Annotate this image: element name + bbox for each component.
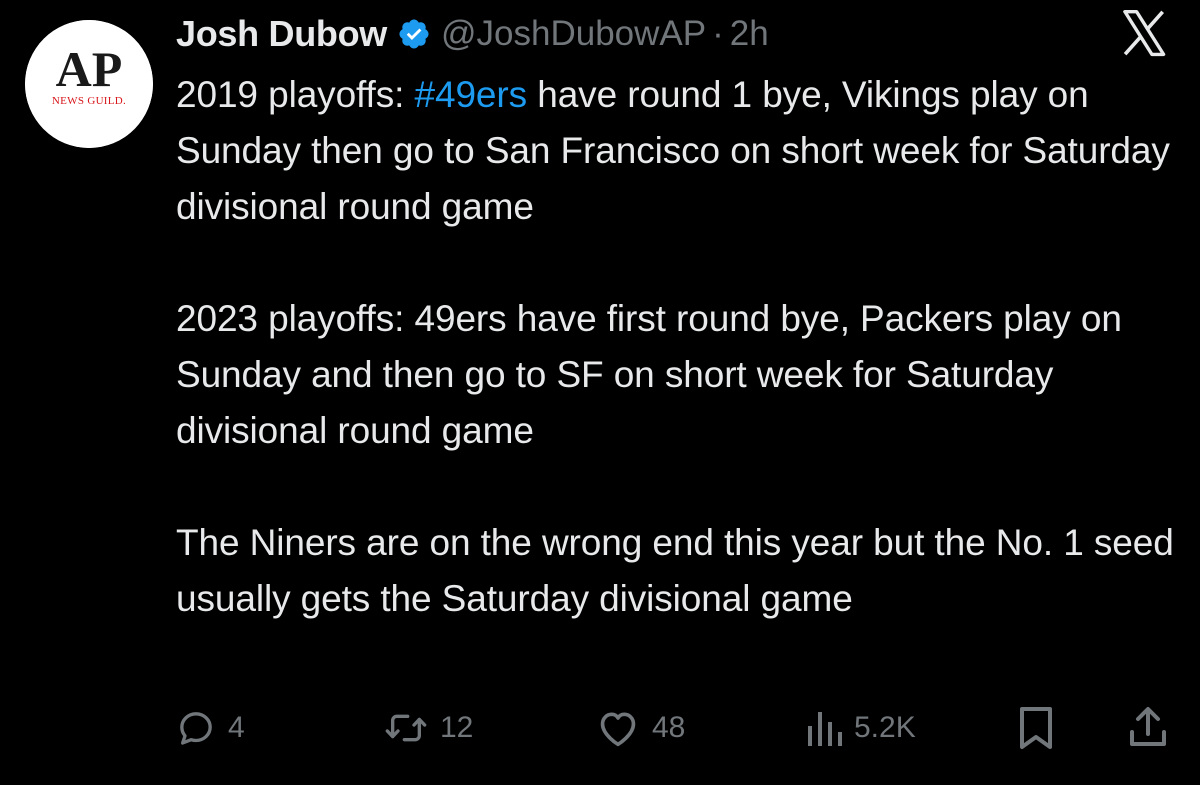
view-count: 5.2K — [854, 711, 916, 744]
x-logo-icon[interactable] — [1117, 6, 1171, 60]
ap-news-guild-logo: AP NEWS GUILD. — [25, 20, 153, 148]
hashtag-link[interactable]: #49ers — [415, 74, 528, 115]
retweet-button[interactable]: 12 — [384, 700, 473, 756]
tweet-paragraph-1: 2019 playoffs: #49ers have round 1 bye, … — [176, 67, 1186, 235]
retweet-count: 12 — [440, 711, 474, 744]
bookmark-icon — [1020, 707, 1052, 749]
like-count: 48 — [652, 711, 686, 744]
author-handle[interactable]: @JoshDubowAP — [441, 14, 706, 54]
share-icon — [1130, 707, 1166, 746]
avatar-logo-text: AP — [56, 41, 123, 97]
reply-button[interactable]: 4 — [176, 700, 245, 756]
views-icon — [808, 712, 842, 746]
reply-count: 4 — [228, 711, 245, 744]
tweet-header: Josh Dubow @JoshDubowAP · 2h — [176, 8, 769, 60]
tweet-paragraph-3: The Niners are on the wrong end this yea… — [176, 522, 1174, 619]
header-separator: · — [712, 14, 724, 53]
tweet-action-bar: 4 12 48 5.2K — [176, 700, 1176, 756]
author-display-name[interactable]: Josh Dubow — [176, 13, 387, 55]
retweet-icon — [385, 714, 427, 742]
share-button[interactable] — [1128, 700, 1168, 756]
bookmark-button[interactable] — [1018, 700, 1054, 756]
tweet-paragraph-2: 2023 playoffs: 49ers have first round by… — [176, 298, 1122, 451]
paragraph-1-prefix: 2019 playoffs: — [176, 74, 415, 115]
verified-badge-icon[interactable] — [397, 17, 431, 51]
tweet[interactable]: AP NEWS GUILD. Josh Dubow @JoshDubowAP ·… — [0, 0, 1200, 785]
avatar-sub-text: NEWS GUILD. — [52, 95, 126, 107]
tweet-timestamp[interactable]: 2h — [730, 14, 769, 54]
avatar[interactable]: AP NEWS GUILD. — [25, 20, 153, 148]
tweet-text: 2019 playoffs: #49ers have round 1 bye, … — [176, 67, 1186, 627]
like-button[interactable]: 48 — [596, 700, 685, 756]
reply-icon — [180, 712, 212, 745]
views-button[interactable]: 5.2K — [806, 700, 916, 756]
heart-icon — [600, 712, 636, 747]
